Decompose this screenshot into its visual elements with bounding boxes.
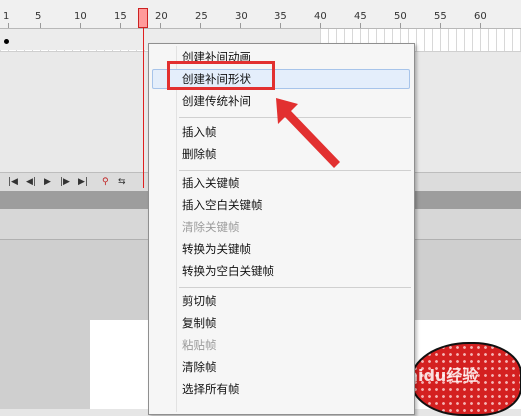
frame-number: 30 <box>235 11 248 22</box>
frame-number: 45 <box>354 11 367 22</box>
playhead[interactable] <box>138 8 148 28</box>
menu-item-delete-frame[interactable]: 删除帧 <box>182 146 217 162</box>
frame-number: 35 <box>274 11 287 22</box>
menu-separator <box>179 287 411 288</box>
menu-gutter <box>176 46 177 412</box>
menu-item-clear-keyframe: 清除关键帧 <box>182 220 240 234</box>
annotation-arrow-icon <box>276 98 340 168</box>
frame-number: 55 <box>434 11 447 22</box>
menu-item-clear-frames[interactable]: 清除帧 <box>182 359 217 375</box>
menu-item-select-all-frames[interactable]: 选择所有帧 <box>182 381 240 397</box>
menu-item-create-classic-tween[interactable]: 创建传统补间 <box>182 93 251 109</box>
menu-item-convert-to-blank-keyframe[interactable]: 转换为空白关键帧 <box>182 263 274 279</box>
last-frame-icon[interactable]: ▶| <box>78 176 88 188</box>
next-frame-icon[interactable]: |▶ <box>60 176 70 188</box>
frame-number: 1 <box>3 11 10 22</box>
onion-skin-icon[interactable]: ⚲ <box>102 176 109 188</box>
keyframe-marker[interactable] <box>4 39 9 44</box>
frame-number: 15 <box>114 11 127 22</box>
menu-item-paste-frames: 粘贴帧 <box>182 338 217 352</box>
first-frame-icon[interactable]: |◀ <box>8 176 18 188</box>
prev-frame-icon[interactable]: ◀| <box>26 176 36 188</box>
menu-item-insert-blank-keyframe[interactable]: 插入空白关键帧 <box>182 197 263 213</box>
menu-item-convert-to-keyframe[interactable]: 转换为关键帧 <box>182 241 251 257</box>
frame-number: 60 <box>474 11 487 22</box>
timeline-ruler[interactable]: 1 5 10 15 20 25 30 35 40 45 50 55 60 <box>0 0 521 29</box>
annotation-highlight-box <box>167 61 275 90</box>
menu-item-cut-frames[interactable]: 剪切帧 <box>182 293 217 309</box>
frame-number: 20 <box>155 11 168 22</box>
playhead-line <box>143 28 144 188</box>
menu-item-copy-frames[interactable]: 复制帧 <box>182 315 217 331</box>
frame-number: 5 <box>35 11 42 22</box>
frame-number: 50 <box>394 11 407 22</box>
frame-number: 10 <box>74 11 87 22</box>
loop-icon[interactable]: ⇆ <box>118 176 126 188</box>
frame-number: 25 <box>195 11 208 22</box>
menu-item-insert-frame[interactable]: 插入帧 <box>182 124 217 140</box>
play-icon[interactable]: ▶ <box>44 176 51 188</box>
frame-number: 40 <box>314 11 327 22</box>
menu-item-insert-keyframe[interactable]: 插入关键帧 <box>182 175 240 191</box>
